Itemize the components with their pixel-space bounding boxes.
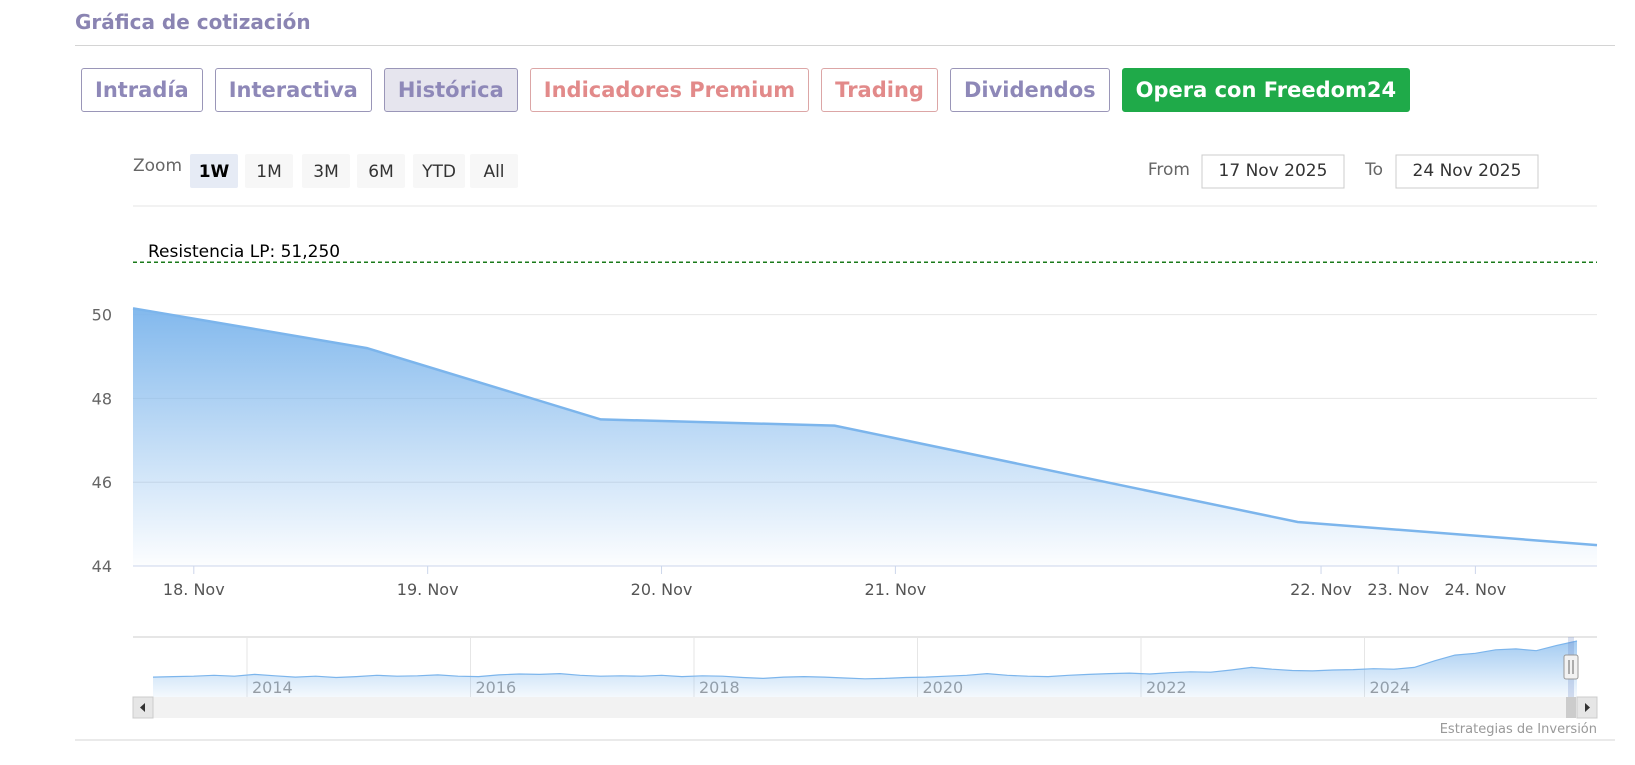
chart-tabs: Intradía Interactiva Histórica Indicadores … bbox=[81, 68, 1411, 112]
navigator-handle[interactable] bbox=[1563, 654, 1579, 680]
resistance-label: Resistencia LP: 51,250 bbox=[148, 242, 340, 262]
from-label: From bbox=[1148, 160, 1190, 180]
tab-histórica[interactable]: Histórica bbox=[383, 68, 518, 112]
stock-chart[interactable]: Zoom 1W 1M 3M 6M YTD All From 17 Nov 2025 To 24 No… bbox=[0, 140, 1635, 760]
y-tick-label: 50 bbox=[92, 306, 112, 325]
x-tick-label: 24. Nov bbox=[1445, 580, 1507, 599]
tab-intradía[interactable]: Intradía bbox=[81, 68, 203, 112]
tab-trading[interactable]: Trading bbox=[821, 68, 938, 112]
y-tick-label: 46 bbox=[92, 473, 112, 492]
scrollbar-track[interactable] bbox=[133, 697, 1597, 718]
x-tick-label: 22. Nov bbox=[1290, 580, 1352, 599]
from-date-value[interactable]: 17 Nov 2025 bbox=[1219, 161, 1328, 181]
zoom-button-label[interactable]: 1M bbox=[256, 162, 281, 182]
page-title: Gráfica de cotización bbox=[75, 10, 311, 34]
x-tick-label: 20. Nov bbox=[631, 580, 693, 599]
tab-opera-con-freedom24[interactable]: Opera con Freedom24 bbox=[1121, 68, 1411, 112]
y-tick-label: 48 bbox=[92, 389, 112, 408]
to-label: To bbox=[1364, 160, 1383, 180]
x-tick-label: 18. Nov bbox=[163, 580, 225, 599]
to-date-value[interactable]: 24 Nov 2025 bbox=[1413, 161, 1522, 181]
credits-link[interactable]: Estrategias de Inversión bbox=[1440, 722, 1597, 737]
title-divider bbox=[75, 45, 1615, 46]
x-tick-label: 21. Nov bbox=[865, 580, 927, 599]
tab-dividendos[interactable]: Dividendos bbox=[949, 68, 1110, 112]
zoom-label: Zoom bbox=[133, 156, 182, 176]
x-tick-label: 19. Nov bbox=[397, 580, 459, 599]
y-tick-label: 44 bbox=[92, 557, 112, 576]
x-tick-label: 23. Nov bbox=[1367, 580, 1429, 599]
zoom-button-label[interactable]: 6M bbox=[368, 162, 393, 182]
zoom-button-label[interactable]: All bbox=[483, 162, 504, 182]
chart-container: Zoom 1W 1M 3M 6M YTD All From 17 Nov 2025 To 24 No… bbox=[0, 140, 1635, 764]
zoom-button-label[interactable]: 1W bbox=[199, 162, 230, 182]
tab-interactiva[interactable]: Interactiva bbox=[214, 68, 372, 112]
scrollbar-thumb[interactable] bbox=[1566, 697, 1576, 718]
tab-indicadores-premium[interactable]: Indicadores Premium bbox=[529, 68, 810, 112]
zoom-button-label[interactable]: 3M bbox=[313, 162, 338, 182]
zoom-button-label[interactable]: YTD bbox=[421, 162, 456, 182]
